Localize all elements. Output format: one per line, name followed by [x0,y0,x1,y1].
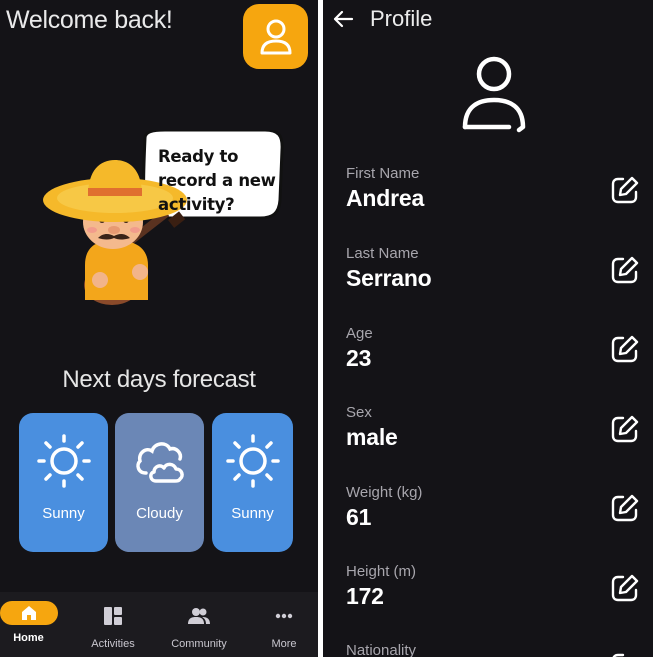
back-arrow-icon[interactable] [332,8,354,30]
page-title: Profile [370,6,433,31]
forecast-card-day-1[interactable]: Sunny [19,413,108,552]
dashboard-icon [103,604,123,628]
bottom-navigation: Home Activities Community More [0,592,318,657]
forecast-label: Sunny [42,505,85,522]
field-value: Serrano [346,265,432,291]
field-value: 61 [346,504,372,530]
welcome-heading: Welcome back! [6,6,173,34]
nav-activities[interactable]: Activities [75,592,151,657]
people-icon [188,604,210,628]
field-value: male [346,424,398,450]
field-label: Weight (kg) [346,484,423,501]
edit-icon[interactable] [609,254,641,286]
nav-label: More [271,638,297,650]
nav-more[interactable]: More [258,592,310,657]
nav-label: Activities [91,638,135,650]
field-last-name: Last Name Serrano [346,245,646,292]
edit-icon[interactable] [609,413,641,445]
field-sex: Sex male [346,404,646,451]
forecast-label: Sunny [231,505,274,522]
home-icon [0,601,58,625]
forecast-card-day-2[interactable]: Cloudy [115,413,204,552]
nav-label: Community [171,638,227,650]
field-label: Sex [346,404,372,421]
edit-icon[interactable] [609,333,641,365]
field-label: Last Name [346,245,419,262]
forecast-title: Next days forecast [62,366,256,393]
profile-avatar-button[interactable] [243,4,308,69]
user-avatar-icon[interactable] [459,54,529,134]
user-icon [260,19,291,54]
nav-community[interactable]: Community [160,592,238,657]
edit-icon[interactable] [609,572,641,604]
field-age: Age 23 [346,325,646,372]
cloud-icon [135,442,184,483]
field-weight: Weight (kg) 61 [346,484,646,531]
forecast-label: Cloudy [136,505,183,522]
field-first-name: First Name Andrea [346,165,646,212]
field-value: Andrea [346,185,425,211]
more-icon [275,604,293,628]
field-nationality: Nationality [346,642,646,657]
edit-icon[interactable] [609,174,641,206]
field-label: Nationality [346,642,417,657]
field-label: Height (m) [346,563,417,580]
home-screen: Welcome back! Ready to record a new acti… [0,0,318,657]
profile-screen: Profile First Name Andrea Last Name Serr… [323,0,653,657]
edit-icon[interactable] [609,650,641,657]
sun-icon [225,434,280,488]
field-value: 172 [346,583,384,609]
forecast-card-day-3[interactable]: Sunny [212,413,293,552]
field-height: Height (m) 172 [346,563,646,610]
nav-home[interactable]: Home [0,592,58,657]
edit-icon[interactable] [609,492,641,524]
field-value: 23 [346,345,372,371]
sun-icon [36,434,91,488]
field-label: Age [346,325,373,342]
speech-bubble-text: Ready to record a new activity? [158,147,276,214]
nav-label: Home [13,632,44,644]
field-label: First Name [346,165,420,182]
